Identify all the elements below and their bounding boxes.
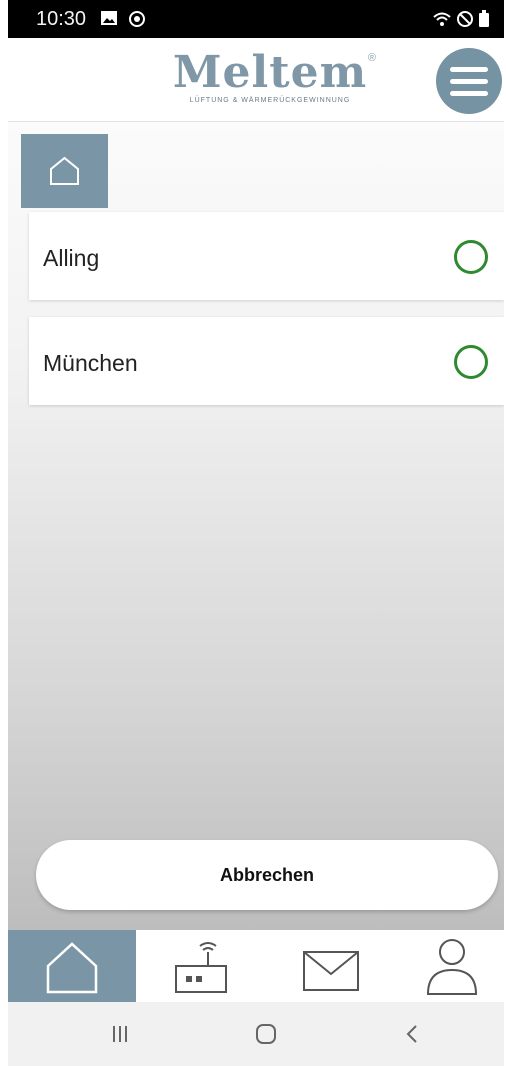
menu-button[interactable] [436, 48, 502, 114]
meltem-logo: Meltem ® LÜFTUNG & WÄRMERÜCKGEWINNUNG [160, 50, 380, 112]
back-icon [406, 1025, 417, 1043]
wifi-icon [433, 12, 451, 26]
location-name: München [43, 350, 138, 376]
recent-apps-button[interactable] [100, 1018, 140, 1050]
bottom-nav [8, 930, 504, 1002]
logo-wordmark: Meltem [172, 47, 368, 98]
status-time: 10:30 [36, 8, 87, 30]
status-circle-icon [454, 240, 488, 274]
status-icons-right [432, 10, 490, 28]
status-icons-left [100, 10, 146, 28]
location-list-panel: Alling München Abbrechen [8, 122, 504, 930]
hamburger-icon [450, 91, 488, 96]
system-nav-bar [8, 1002, 504, 1066]
user-icon [426, 939, 478, 995]
hamburger-icon [450, 79, 488, 84]
image-icon [101, 11, 117, 25]
registered-mark: ® [367, 52, 376, 64]
home-button-icon [256, 1024, 276, 1044]
nav-profile[interactable] [392, 930, 504, 1002]
logo-tagline: LÜFTUNG & WÄRMERÜCKGEWINNUNG [189, 97, 351, 104]
status-circle-icon [454, 345, 488, 379]
nav-messages[interactable] [264, 930, 392, 1002]
app-header: Meltem ® LÜFTUNG & WÄRMERÜCKGEWINNUNG [8, 38, 504, 122]
home-icon [46, 942, 98, 994]
dnd-icon [457, 11, 473, 27]
system-back-button[interactable] [392, 1018, 432, 1050]
recent-apps-icon [113, 1026, 127, 1042]
cancel-button[interactable]: Abbrechen [36, 840, 498, 910]
location-item-muenchen[interactable]: München [29, 317, 504, 405]
battery-icon [479, 10, 489, 27]
status-bar: 10:30 [8, 0, 504, 38]
app-screen: 10:30 Meltem ® LÜFTUNG & WÄRMERÜCKGEWINN… [8, 0, 504, 1066]
location-item-alling[interactable]: Alling [29, 212, 504, 300]
mail-icon [303, 951, 359, 991]
app-icon [129, 11, 145, 27]
location-name: Alling [43, 245, 100, 271]
system-home-button[interactable] [246, 1018, 286, 1050]
hamburger-icon [450, 67, 488, 72]
breadcrumb-home-button[interactable] [21, 134, 108, 208]
nav-devices[interactable] [136, 930, 264, 1002]
home-icon [50, 156, 79, 185]
router-icon [175, 942, 227, 993]
nav-home[interactable] [8, 930, 136, 1002]
